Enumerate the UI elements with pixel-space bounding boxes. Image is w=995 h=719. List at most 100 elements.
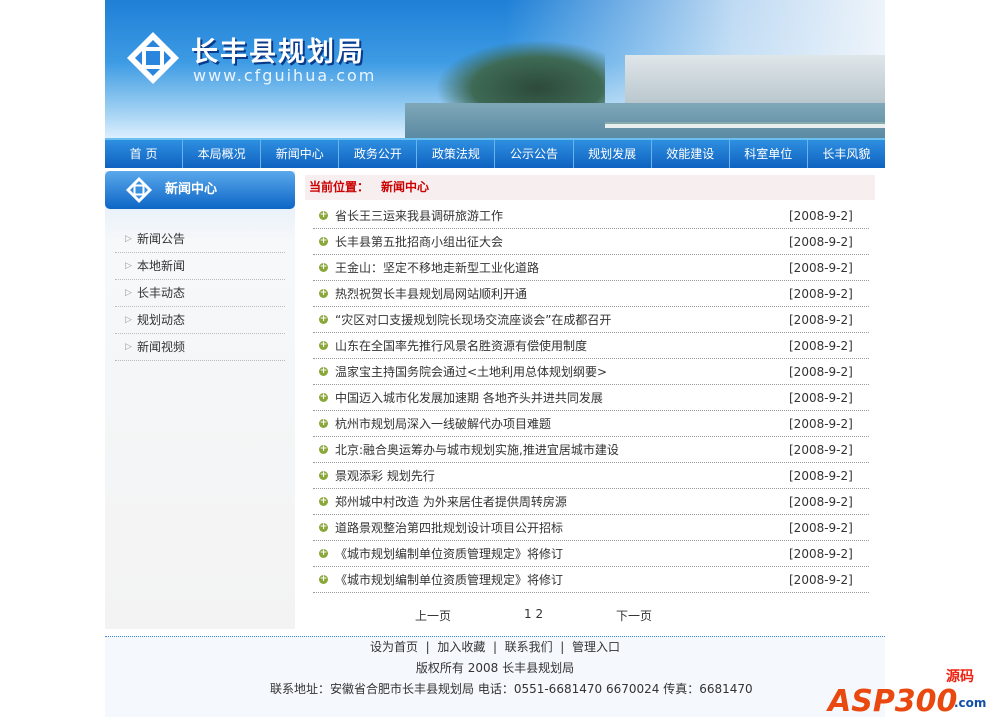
logo-icon <box>127 32 179 84</box>
plus-bullet-icon: + <box>319 236 328 246</box>
plus-bullet-icon: + <box>319 548 328 558</box>
news-date: [2008-9-2] <box>789 312 853 327</box>
logo-icon <box>126 177 152 203</box>
news-date: [2008-9-2] <box>789 468 853 483</box>
news-date: [2008-9-2] <box>789 260 853 275</box>
news-item: + 山东在全国率先推行风景名胜资源有偿使用制度 [2008-9-2] <box>313 333 869 359</box>
news-date: [2008-9-2] <box>789 390 853 405</box>
page: 长丰县规划局 www.cfguihua.com 首 页 本局概况 新闻中心 政务… <box>105 0 885 717</box>
plus-bullet-icon: + <box>319 340 328 350</box>
sidebar-item-news-video[interactable]: ▷ 新闻视频 <box>115 334 285 361</box>
news-title-link[interactable]: 长丰县第五批招商小组出征大会 <box>335 233 789 250</box>
news-date: [2008-9-2] <box>789 520 853 535</box>
next-page-link[interactable]: 下一页 <box>616 607 652 624</box>
site-url: www.cfguihua.com <box>193 66 377 85</box>
news-title-link[interactable]: 温家宝主持国务院会通过<土地利用总体规划纲要> <box>335 363 789 380</box>
nav-about[interactable]: 本局概况 <box>183 140 262 168</box>
plus-bullet-icon: + <box>319 418 328 428</box>
news-date: [2008-9-2] <box>789 442 853 457</box>
triangle-right-icon: ▷ <box>125 315 132 325</box>
triangle-right-icon: ▷ <box>125 261 132 271</box>
news-item: + 道路景观整治第四批规划设计项目公开招标 [2008-9-2] <box>313 515 869 541</box>
news-title-link[interactable]: 景观添彩 规划先行 <box>335 467 789 484</box>
pagination: 上一页 1 2 下一页 <box>295 593 885 633</box>
news-date: [2008-9-2] <box>789 546 853 561</box>
news-title-link[interactable]: 道路景观整治第四批规划设计项目公开招标 <box>335 519 789 536</box>
prev-page-link[interactable]: 上一页 <box>415 607 451 624</box>
watermark-logo: ASP300 源码 .com <box>828 669 987 719</box>
news-date: [2008-9-2] <box>789 338 853 353</box>
nav-policy[interactable]: 政策法规 <box>417 140 496 168</box>
news-title-link[interactable]: 省长王三运来我县调研旅游工作 <box>335 207 789 224</box>
contact-info: 联系地址：安徽省合肥市长丰县规划局 电话：0551-6681470 667002… <box>270 682 753 696</box>
breadcrumb: 当前位置： 新闻中心 <box>305 175 875 200</box>
set-homepage-link[interactable]: 设为首页 <box>370 640 418 654</box>
news-item: + 热烈祝贺长丰县规划局网站顺利开通 [2008-9-2] <box>313 281 869 307</box>
news-item: + 长丰县第五批招商小组出征大会 [2008-9-2] <box>313 229 869 255</box>
news-title-link[interactable]: 郑州城中村改造 为外来居住者提供周转房源 <box>335 493 789 510</box>
sidebar-item-news-notice[interactable]: ▷ 新闻公告 <box>115 226 285 253</box>
nav-home[interactable]: 首 页 <box>105 140 184 168</box>
admin-link[interactable]: 管理入口 <box>572 640 620 654</box>
nav-notices[interactable]: 公示公告 <box>495 140 574 168</box>
main-nav: 首 页 本局概况 新闻中心 政务公开 政策法规 公示公告 规划发展 效能建设 科… <box>105 138 885 168</box>
plus-bullet-icon: + <box>319 314 328 324</box>
triangle-right-icon: ▷ <box>125 288 132 298</box>
sidebar-title: 新闻中心 <box>165 182 218 197</box>
news-item: + 《城市规划编制单位资质管理规定》将修订 [2008-9-2] <box>313 541 869 567</box>
news-date: [2008-9-2] <box>789 286 853 301</box>
news-list: + 省长王三运来我县调研旅游工作 [2008-9-2] + 长丰县第五批招商小组出征大会… <box>313 203 869 593</box>
news-item: + “灾区对口支援规划院长现场交流座谈会”在成都召开 [2008-9-2] <box>313 307 869 333</box>
news-title-link[interactable]: 中国迈入城市化发展加速期 各地齐头并进共同发展 <box>335 389 789 406</box>
news-title-link[interactable]: “灾区对口支援规划院长现场交流座谈会”在成都召开 <box>335 311 789 328</box>
footer: 设为首页 | 加入收藏 | 联系我们 | 管理入口 版权所有 2008 长丰县规… <box>105 636 885 717</box>
add-favorite-link[interactable]: 加入收藏 <box>437 640 485 654</box>
main-content: 当前位置： 新闻中心 + 省长王三运来我县调研旅游工作 [2008-9-2] + 长丰县第… <box>295 171 885 629</box>
news-item: + 北京:融合奥运筹办与城市规划实施,推进宜居城市建设 [2008-9-2] <box>313 437 869 463</box>
plus-bullet-icon: + <box>319 496 328 506</box>
news-item: + 中国迈入城市化发展加速期 各地齐头并进共同发展 [2008-9-2] <box>313 385 869 411</box>
page-numbers[interactable]: 1 2 <box>524 607 543 621</box>
plus-bullet-icon: + <box>319 444 328 454</box>
plus-bullet-icon: + <box>319 470 328 480</box>
news-title-link[interactable]: 王金山：坚定不移地走新型工业化道路 <box>335 259 789 276</box>
triangle-right-icon: ▷ <box>125 342 132 352</box>
news-item: + 王金山：坚定不移地走新型工业化道路 [2008-9-2] <box>313 255 869 281</box>
news-date: [2008-9-2] <box>789 416 853 431</box>
news-title-link[interactable]: 杭州市规划局深入一线破解代办项目难题 <box>335 415 789 432</box>
plus-bullet-icon: + <box>319 522 328 532</box>
sidebar-item-local-news[interactable]: ▷ 本地新闻 <box>115 253 285 280</box>
plus-bullet-icon: + <box>319 210 328 220</box>
site-title: 长丰县规划局 <box>191 37 365 68</box>
copyright: 版权所有 2008 长丰县规划局 <box>415 661 575 675</box>
sidebar: 新闻中心 ▷ 新闻公告 ▷ 本地新闻 ▷ 长丰动态 ▷ 规划动态 ▷ 新闻视频 <box>105 171 295 629</box>
nav-departments[interactable]: 科室单位 <box>730 140 808 168</box>
watermark-text: ASP300 <box>828 684 958 719</box>
nav-scenery[interactable]: 长丰风貌 <box>808 140 885 168</box>
news-date: [2008-9-2] <box>789 572 853 587</box>
news-item: + 杭州市规划局深入一线破解代办项目难题 [2008-9-2] <box>313 411 869 437</box>
nav-efficiency[interactable]: 效能建设 <box>652 140 730 168</box>
news-title-link[interactable]: 热烈祝贺长丰县规划局网站顺利开通 <box>335 285 789 302</box>
news-title-link[interactable]: 《城市规划编制单位资质管理规定》将修订 <box>335 571 789 588</box>
news-date: [2008-9-2] <box>789 494 853 509</box>
triangle-right-icon: ▷ <box>125 234 132 244</box>
sidebar-item-planning-news[interactable]: ▷ 规划动态 <box>115 307 285 334</box>
nav-planning[interactable]: 规划发展 <box>574 140 652 168</box>
news-item: + 《城市规划编制单位资质管理规定》将修订 [2008-9-2] <box>313 567 869 593</box>
sidebar-item-changfeng-news[interactable]: ▷ 长丰动态 <box>115 280 285 307</box>
nav-news[interactable]: 新闻中心 <box>261 140 340 168</box>
plus-bullet-icon: + <box>319 262 328 272</box>
news-title-link[interactable]: 《城市规划编制单位资质管理规定》将修订 <box>335 545 789 562</box>
news-date: [2008-9-2] <box>789 234 853 249</box>
sidebar-header: 新闻中心 <box>105 171 295 209</box>
news-title-link[interactable]: 山东在全国率先推行风景名胜资源有偿使用制度 <box>335 337 789 354</box>
news-item: + 温家宝主持国务院会通过<土地利用总体规划纲要> [2008-9-2] <box>313 359 869 385</box>
nav-gov-affairs[interactable]: 政务公开 <box>339 140 418 168</box>
news-title-link[interactable]: 北京:融合奥运筹办与城市规划实施,推进宜居城市建设 <box>335 441 789 458</box>
contact-link[interactable]: 联系我们 <box>505 640 553 654</box>
plus-bullet-icon: + <box>319 288 328 298</box>
plus-bullet-icon: + <box>319 366 328 376</box>
news-date: [2008-9-2] <box>789 208 853 223</box>
footer-links: 设为首页 | 加入收藏 | 联系我们 | 管理入口 <box>370 640 620 654</box>
